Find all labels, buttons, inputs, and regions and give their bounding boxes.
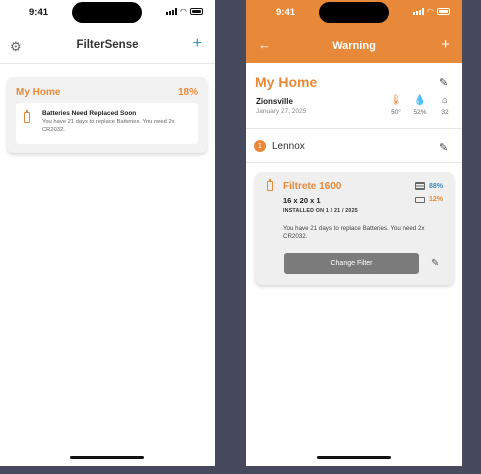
status-icons: ◠ <box>413 7 450 16</box>
home-location: Zionsville <box>256 97 293 106</box>
unit-header: 1 Lennox <box>254 140 305 152</box>
nav-bar: 9:41 ◠ ← Warning + <box>246 0 462 63</box>
add-home-button[interactable]: + <box>193 35 202 53</box>
unit-number-badge: 1 <box>254 140 266 152</box>
divider <box>246 128 462 129</box>
dynamic-island <box>72 2 142 23</box>
unit-name: Lennox <box>272 140 305 152</box>
battery-level: 12% <box>415 196 443 203</box>
wifi-icon: ◠ <box>180 7 187 16</box>
battery-status-icon <box>190 8 203 15</box>
status-icons: ◠ <box>166 7 203 16</box>
thermometer-icon: 🌡 <box>389 95 403 106</box>
filter-level-value: 88% <box>429 182 444 190</box>
phone-screen-warning: 9:41 ◠ ← Warning + My Home ✎ Zionsville … <box>246 0 462 466</box>
humidity-stat: 💧 52% <box>409 95 431 116</box>
battery-icon <box>267 179 273 191</box>
air-quality-value: 32 <box>441 109 449 116</box>
temperature-stat: 🌡 50° <box>385 95 407 116</box>
house-icon: ⌂ <box>441 95 449 106</box>
home-name: My Home <box>255 74 318 90</box>
temperature-value: 50° <box>391 109 401 116</box>
filter-icon <box>415 182 425 190</box>
nav-title: Warning <box>332 40 376 52</box>
signal-icon <box>413 8 425 15</box>
edit-home-icon[interactable]: ✎ <box>439 76 448 89</box>
status-time: 9:41 <box>276 7 296 18</box>
home-date: January 27, 2025 <box>256 108 307 115</box>
dynamic-island <box>319 2 389 23</box>
divider <box>246 162 462 163</box>
battery-level-icon <box>415 196 425 203</box>
battery-alert[interactable]: Batteries Need Replaced Soon You have 21… <box>16 103 198 144</box>
alert-title: Batteries Need Replaced Soon <box>42 110 137 117</box>
humidity-value: 52% <box>413 109 427 116</box>
add-button[interactable]: + <box>441 36 450 53</box>
battery-status-icon <box>437 8 450 15</box>
phone-screen-home: 9:41 ◠ ⚙ FilterSense + My Home 18% Batte… <box>0 0 215 466</box>
home-card[interactable]: My Home 18% Batteries Need Replaced Soon… <box>7 77 207 153</box>
signal-icon <box>166 8 178 15</box>
filter-card: Filtrete 1600 16 x 20 x 1 INSTALLED ON 1… <box>255 172 454 285</box>
air-quality-stat: ⌂ 32 <box>434 95 456 116</box>
home-percent: 18% <box>177 87 198 98</box>
status-time: 9:41 <box>29 7 49 18</box>
change-filter-button[interactable]: Change Filter <box>284 253 419 274</box>
nav-bar: ⚙ FilterSense + <box>0 28 215 64</box>
filter-size: 16 x 20 x 1 <box>283 196 321 205</box>
edit-filter-icon[interactable]: ✎ <box>431 258 439 269</box>
battery-icon <box>24 110 30 123</box>
battery-level-value: 12% <box>429 196 444 203</box>
filter-message: You have 21 days to replace Batteries. Y… <box>283 225 425 241</box>
app-title: FilterSense <box>76 39 139 51</box>
home-name: My Home <box>16 87 61 98</box>
alert-body: You have 21 days to replace Batteries. Y… <box>42 119 175 133</box>
edit-unit-icon[interactable]: ✎ <box>439 141 448 154</box>
filter-level: 88% <box>415 182 443 190</box>
install-date: INSTALLED ON 1 / 21 / 2025 <box>283 208 358 214</box>
home-indicator <box>317 456 391 459</box>
home-indicator <box>70 456 144 459</box>
wifi-icon: ◠ <box>427 7 434 16</box>
filter-name: Filtrete 1600 <box>283 181 342 192</box>
droplet-icon: 💧 <box>413 95 427 106</box>
